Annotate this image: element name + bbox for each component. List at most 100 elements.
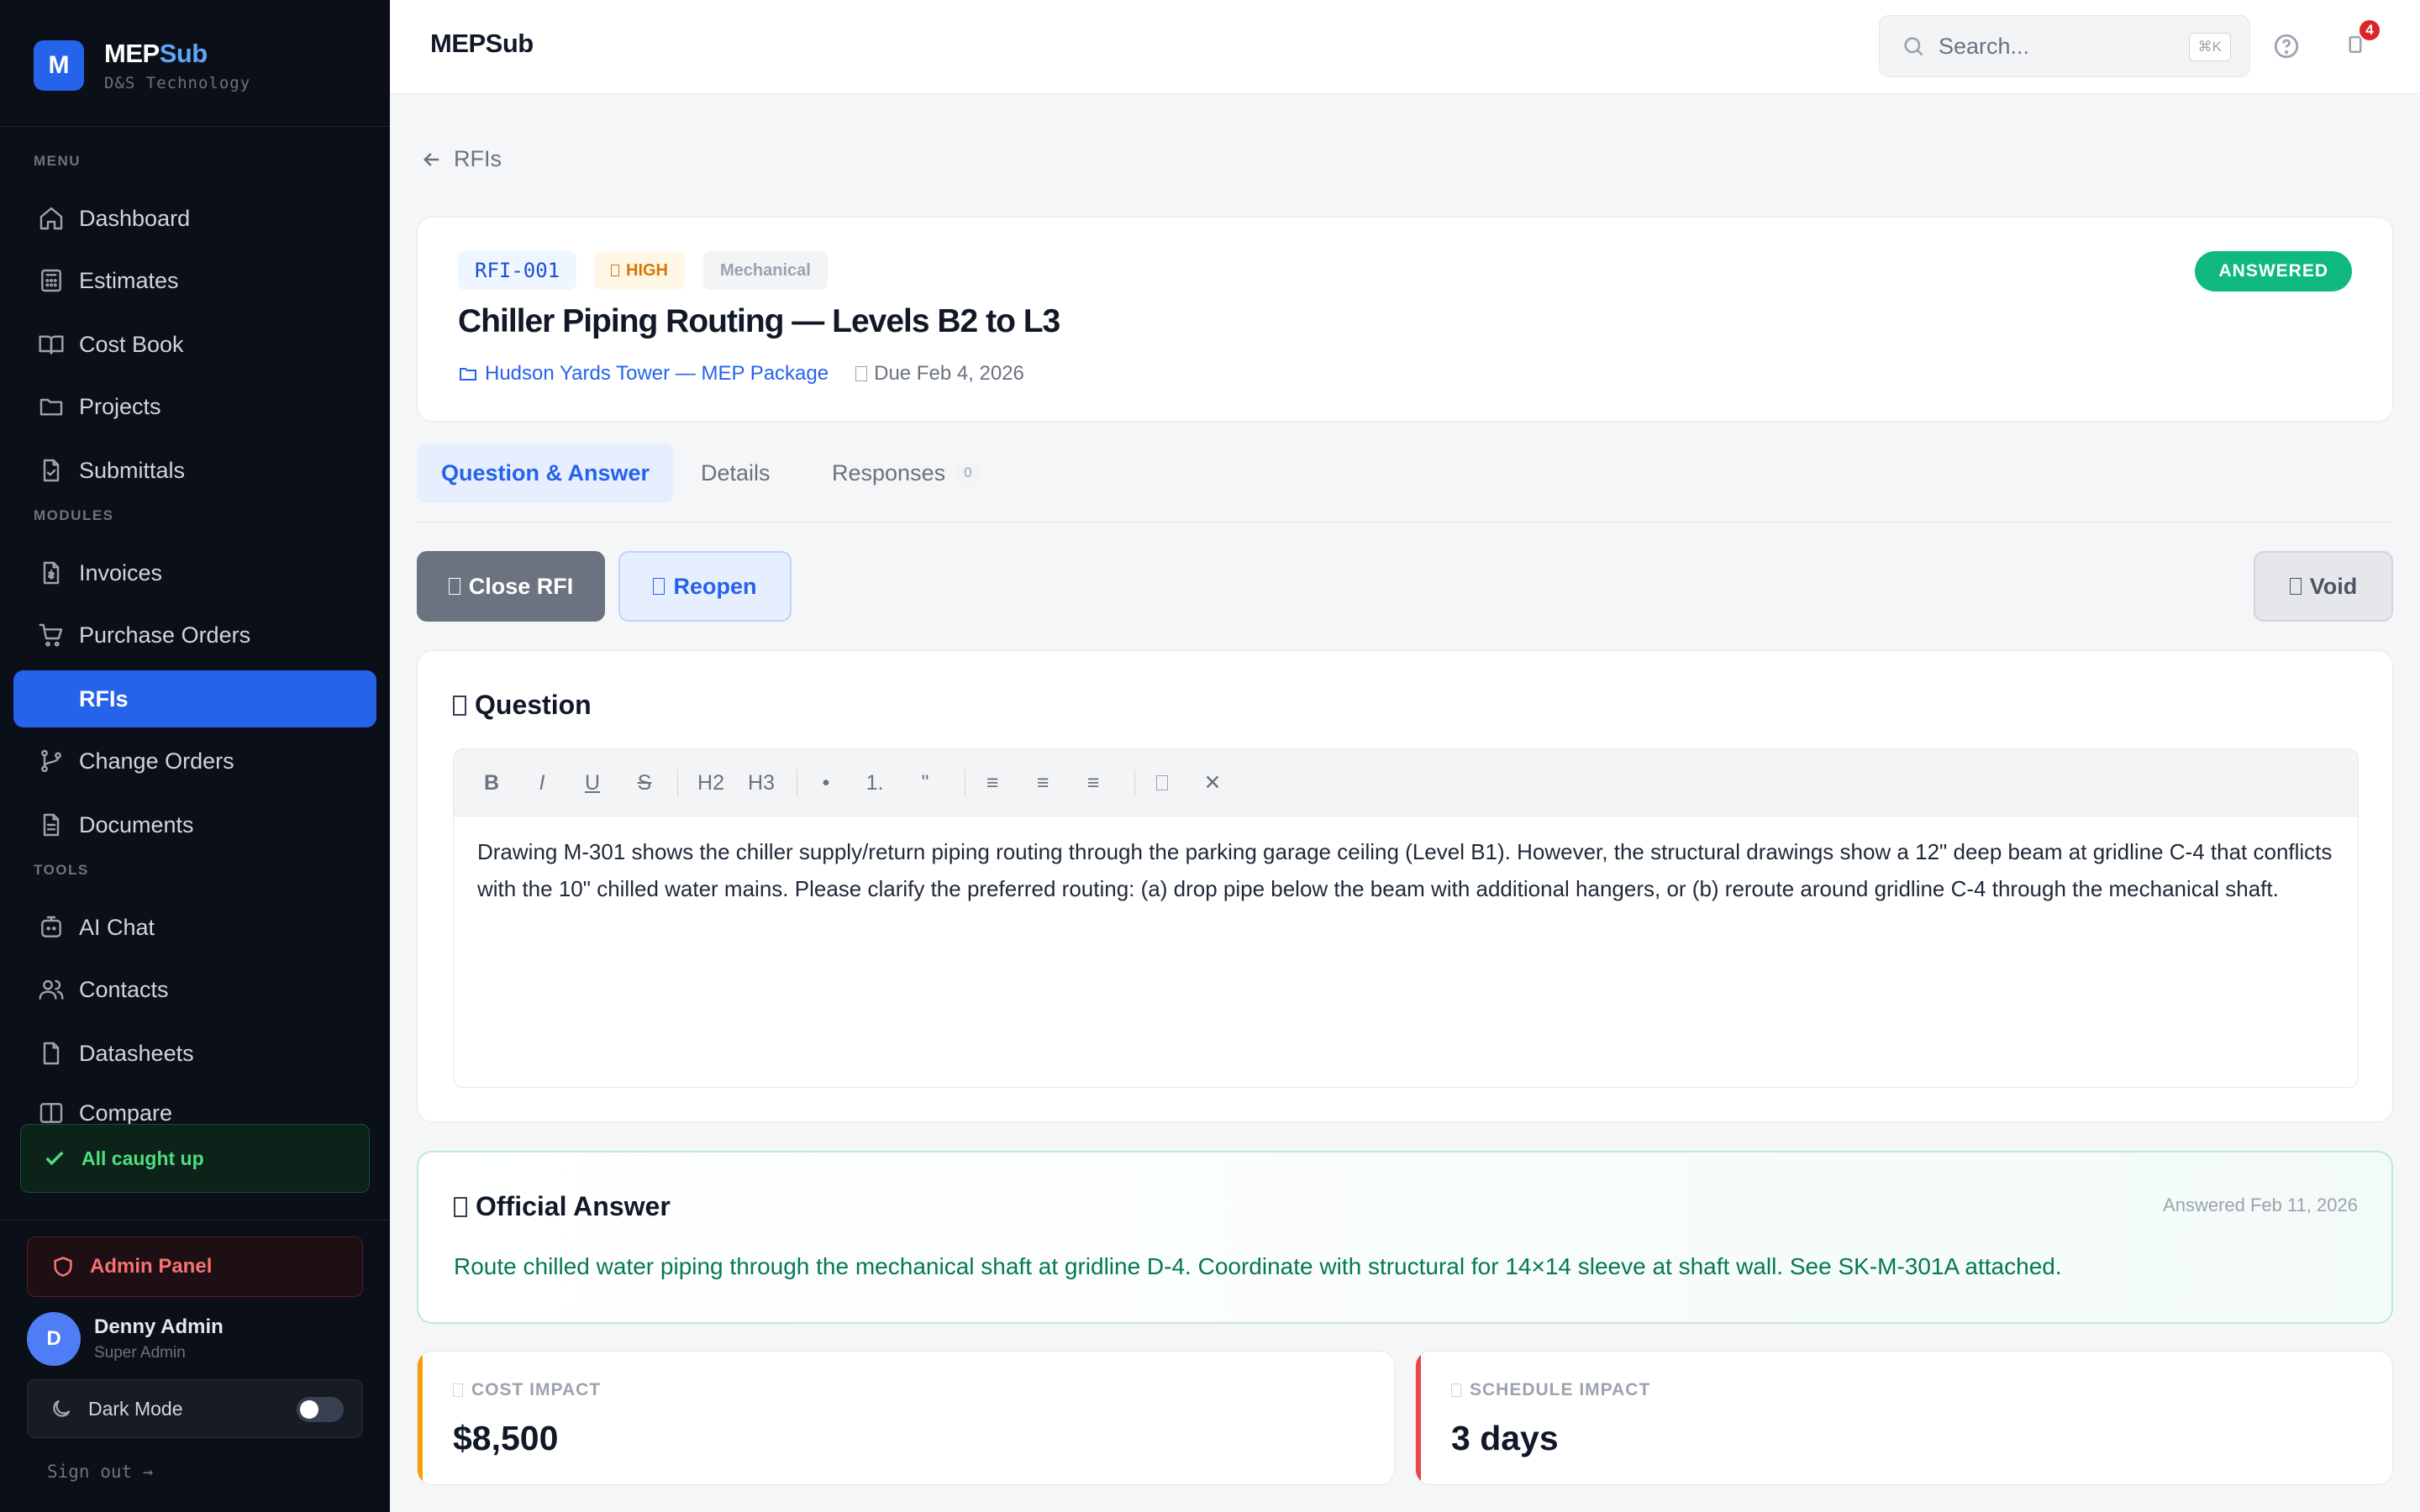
topbar-title: MEPSub: [430, 29, 534, 58]
align-center-button[interactable]: ≡: [1030, 768, 1055, 798]
sidebar-bottom-divider: [0, 1220, 390, 1221]
folder-icon: [460, 368, 476, 381]
cost-impact-value: $8,500: [453, 1419, 559, 1457]
schedule-impact-value: 3 days: [1451, 1419, 1559, 1457]
sidebar-item-purchase-orders[interactable]: Purchase Orders: [13, 606, 376, 664]
back-to-rfis-link[interactable]: RFIs: [420, 146, 502, 172]
h3-button[interactable]: H3: [743, 768, 780, 798]
bullet-list-button[interactable]: •: [813, 768, 839, 798]
user-name: Denny Admin: [94, 1315, 224, 1338]
underline-button[interactable]: U: [580, 768, 605, 798]
ordered-list-button[interactable]: 1.: [862, 768, 887, 798]
sidebar-item-change-orders[interactable]: Change Orders: [13, 732, 376, 790]
dark-mode-toggle[interactable]: [297, 1397, 344, 1422]
reopen-button[interactable]: Reopen: [618, 551, 792, 622]
quote-button[interactable]: ": [913, 768, 938, 798]
strike-button[interactable]: S: [632, 768, 657, 798]
question-body[interactable]: Drawing M-301 shows the chiller supply/r…: [454, 816, 2358, 924]
bold-button[interactable]: B: [479, 768, 504, 798]
section-label-menu: MENU: [34, 153, 82, 169]
italic-button[interactable]: I: [529, 768, 555, 798]
void-button[interactable]: Void: [2254, 551, 2393, 622]
section-label-tools: TOOLS: [34, 862, 89, 878]
sidebar-item-compare[interactable]: Compare: [13, 1087, 376, 1124]
user-profile[interactable]: D Denny Admin Super Admin: [27, 1312, 224, 1366]
sidebar-divider: [0, 126, 390, 127]
align-left-button[interactable]: ≡: [980, 768, 1005, 798]
sidebar-item-dashboard[interactable]: Dashboard: [13, 190, 376, 247]
home-icon: [37, 204, 66, 233]
lock-icon: [448, 578, 460, 595]
align-right-button[interactable]: ≡: [1081, 768, 1106, 798]
rfi-icon: [37, 685, 66, 713]
calendar-icon: [855, 366, 868, 381]
dark-mode-row: Dark Mode: [27, 1379, 363, 1438]
answer-heading: Official Answer: [454, 1191, 671, 1222]
h2-button[interactable]: H2: [692, 768, 729, 798]
search-box[interactable]: ⌘K: [1879, 15, 2250, 77]
sidebar-item-datasheets[interactable]: Datasheets: [13, 1025, 376, 1082]
sidebar-item-projects[interactable]: Projects: [13, 378, 376, 435]
tab-question-answer[interactable]: Question & Answer: [417, 444, 674, 502]
sidebar-item-invoices[interactable]: Invoices: [13, 544, 376, 601]
file-check-icon: [37, 456, 66, 485]
close-rfi-button[interactable]: Close RFI: [417, 551, 605, 622]
link-button[interactable]: [1150, 768, 1175, 798]
document-icon: [37, 811, 66, 839]
editor-toolbar: B I U S H2 H3 • 1. " ≡ ≡ ≡ ✕: [454, 749, 2358, 816]
project-link[interactable]: Hudson Yards Tower — MEP Package: [458, 362, 829, 386]
clear-format-button[interactable]: ✕: [1200, 768, 1225, 798]
answer-icon: [454, 1196, 467, 1217]
section-label-modules: MODULES: [34, 507, 114, 523]
avatar: D: [27, 1312, 81, 1366]
brand[interactable]: M MEPSub D&S Technology: [34, 39, 250, 92]
calculator-icon: [37, 266, 66, 295]
responses-count: 0: [955, 463, 981, 483]
question-icon: [453, 695, 466, 716]
sidebar-item-rfis[interactable]: RFIs: [13, 670, 376, 727]
question-card: Question B I U S H2 H3 • 1. " ≡ ≡ ≡ ✕ Dr…: [417, 650, 2393, 1122]
tab-bar: Question & Answer Details Responses 0: [417, 442, 2393, 522]
toolbar-separator: [677, 769, 678, 796]
sidebar-item-ai-chat[interactable]: AI Chat: [13, 899, 376, 956]
cart-icon: [37, 621, 66, 649]
question-heading: Question: [453, 690, 592, 721]
shield-icon: [54, 1257, 72, 1277]
rfi-id-chip: RFI-001: [458, 251, 577, 290]
page-title: Chiller Piping Routing — Levels B2 to L3: [458, 303, 1060, 339]
priority-icon: [611, 265, 619, 276]
topbar: MEPSub ⌘K 4: [390, 0, 2420, 94]
datasheet-icon: [37, 1039, 66, 1068]
schedule-impact-label: SCHEDULE IMPACT: [1451, 1380, 1650, 1400]
refresh-icon: [653, 578, 666, 595]
users-icon: [37, 975, 66, 1004]
moon-icon: [53, 1399, 71, 1417]
sidebar-item-documents[interactable]: Documents: [13, 796, 376, 853]
caught-up-banner: All caught up: [20, 1124, 370, 1193]
brand-name: MEPSub: [104, 39, 208, 68]
sidebar-item-cost-book[interactable]: Cost Book: [13, 316, 376, 373]
tab-responses[interactable]: Responses 0: [832, 444, 1017, 502]
toolbar-separator: [1134, 769, 1135, 796]
arrow-left-icon: [424, 152, 439, 166]
sign-out-link[interactable]: Sign out →: [47, 1462, 153, 1482]
check-icon: [45, 1151, 64, 1166]
sidebar-item-contacts[interactable]: Contacts: [13, 961, 376, 1018]
tab-details[interactable]: Details: [701, 444, 802, 502]
brand-logo: M: [34, 40, 84, 91]
brand-org: D&S Technology: [104, 74, 251, 92]
cost-impact-label: COST IMPACT: [453, 1380, 601, 1400]
admin-panel-button[interactable]: Admin Panel: [27, 1236, 363, 1297]
search-input[interactable]: [1939, 33, 2191, 60]
git-branch-icon: [37, 747, 66, 775]
sidebar: M MEPSub D&S Technology MENU Dashboard E…: [0, 0, 390, 1512]
notification-badge: 4: [2358, 18, 2381, 42]
rfi-meta: Hudson Yards Tower — MEP Package Due Feb…: [458, 362, 1024, 386]
search-icon: [1904, 37, 1923, 56]
clock-icon: [1451, 1383, 1461, 1397]
sidebar-item-estimates[interactable]: Estimates: [13, 252, 376, 309]
help-icon[interactable]: [2272, 32, 2301, 60]
sidebar-item-submittals[interactable]: Submittals: [13, 442, 376, 499]
rich-text-editor: B I U S H2 H3 • 1. " ≡ ≡ ≡ ✕ Drawing M-3…: [453, 748, 2359, 1088]
folder-icon: [37, 392, 66, 421]
